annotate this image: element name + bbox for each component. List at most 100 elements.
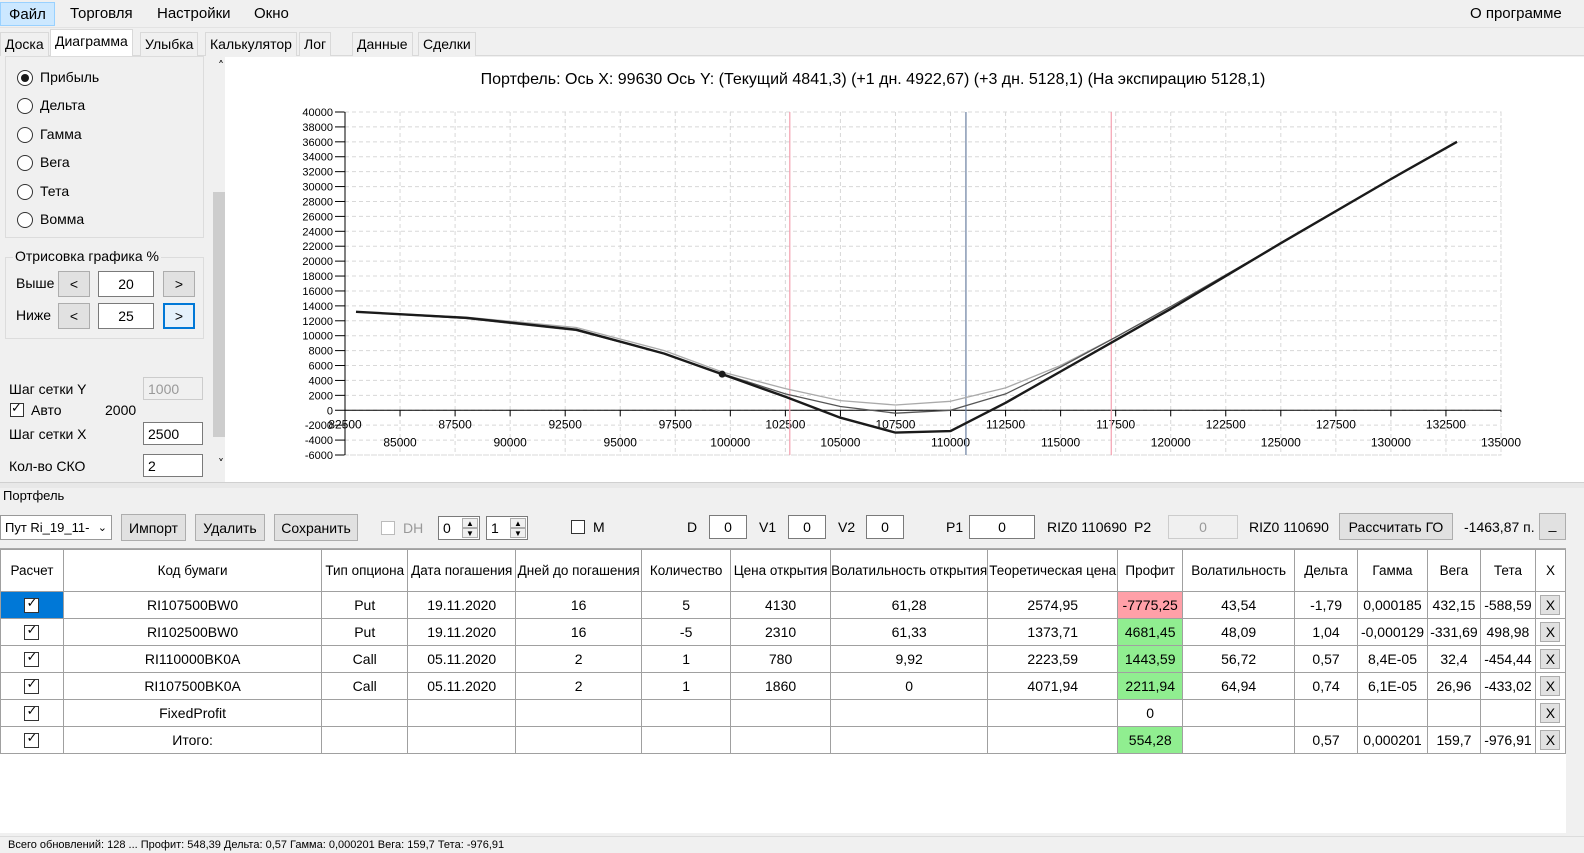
table-cell[interactable]: [1426, 699, 1481, 727]
grid-y-field[interactable]: 1000: [143, 377, 203, 400]
table-cell[interactable]: 26,96: [1426, 672, 1481, 700]
extra-button[interactable]: _: [1539, 513, 1566, 540]
table-cell[interactable]: [515, 726, 643, 754]
close-icon[interactable]: X: [1540, 676, 1561, 696]
table-cell[interactable]: 6,1E-05: [1357, 672, 1428, 700]
table-cell[interactable]: [641, 726, 732, 754]
table-cell[interactable]: 32,4: [1426, 645, 1481, 673]
table-cell[interactable]: 5: [641, 591, 732, 619]
import-button[interactable]: Импорт: [121, 514, 186, 541]
table-cell[interactable]: [730, 699, 832, 727]
remove-row-cell[interactable]: X: [1534, 699, 1567, 727]
column-header[interactable]: Дней до погашения: [515, 549, 643, 592]
table-cell[interactable]: [321, 726, 409, 754]
checkmark-icon[interactable]: [24, 650, 40, 668]
m-checkbox[interactable]: [571, 520, 585, 534]
table-cell[interactable]: -7775,25: [1117, 591, 1184, 619]
table-cell[interactable]: Call: [321, 672, 409, 700]
table-cell[interactable]: -331,69: [1426, 618, 1481, 646]
tab-deals[interactable]: Сделки: [418, 32, 476, 56]
checkmark-icon[interactable]: [24, 677, 40, 695]
close-icon[interactable]: X: [1540, 649, 1561, 669]
table-cell[interactable]: 432,15: [1426, 591, 1481, 619]
tab-calculator[interactable]: Калькулятор: [205, 32, 297, 56]
remove-row-cell[interactable]: X: [1534, 591, 1567, 619]
grid-x-field[interactable]: 2500: [143, 422, 203, 445]
calc-checkbox-cell[interactable]: [0, 591, 64, 619]
table-cell[interactable]: 43,54: [1182, 591, 1296, 619]
table-cell[interactable]: 0: [830, 672, 989, 700]
checkmark-icon[interactable]: [24, 623, 40, 641]
menu-settings[interactable]: Настройки: [149, 2, 239, 26]
splitter[interactable]: [0, 482, 1584, 488]
table-row[interactable]: Итого: 554,28 0,570,000201159,7-976,91X: [0, 726, 1567, 754]
table-cell[interactable]: [1182, 726, 1296, 754]
spin1-down-icon[interactable]: ▼: [462, 528, 478, 538]
remove-row-cell[interactable]: X: [1534, 726, 1567, 754]
table-cell[interactable]: 19.11.2020: [407, 618, 517, 646]
table-row[interactable]: FixedProfit 0 X: [0, 699, 1567, 727]
table-cell[interactable]: 2: [515, 645, 643, 673]
table-cell[interactable]: 8,4E-05: [1357, 645, 1428, 673]
checkmark-icon[interactable]: [24, 704, 40, 722]
d-field[interactable]: 0: [709, 515, 747, 539]
tab-data[interactable]: Данные: [352, 32, 413, 56]
table-cell[interactable]: 1860: [730, 672, 832, 700]
table-cell[interactable]: -588,59: [1479, 591, 1536, 619]
table-cell[interactable]: Put: [321, 591, 409, 619]
radio-delta[interactable]: [17, 98, 33, 114]
radio-vega[interactable]: [17, 155, 33, 171]
table-cell[interactable]: 16: [515, 591, 643, 619]
table-cell[interactable]: 0,000185: [1357, 591, 1428, 619]
dh-checkbox[interactable]: [381, 521, 395, 535]
table-cell[interactable]: [730, 726, 832, 754]
column-header[interactable]: Дата погашения: [407, 549, 517, 592]
table-cell[interactable]: -5: [641, 618, 732, 646]
table-cell[interactable]: 159,7: [1426, 726, 1481, 754]
table-cell[interactable]: [321, 699, 409, 727]
table-cell[interactable]: [1294, 699, 1359, 727]
below-value-field[interactable]: 25: [98, 303, 154, 329]
close-icon[interactable]: X: [1540, 622, 1561, 642]
table-cell[interactable]: 780: [730, 645, 832, 673]
table-cell[interactable]: [407, 699, 517, 727]
table-cell[interactable]: 4681,45: [1117, 618, 1184, 646]
column-header[interactable]: Волатильность: [1182, 549, 1296, 592]
calc-checkbox-cell[interactable]: [0, 645, 64, 673]
table-cell[interactable]: 4071,94: [987, 672, 1119, 700]
radio-profit[interactable]: [17, 70, 33, 86]
below-decrease-button[interactable]: <: [58, 303, 90, 329]
p2-field[interactable]: 0: [1168, 515, 1238, 539]
calc-checkbox-cell[interactable]: [0, 699, 64, 727]
tab-diagram[interactable]: Диаграмма: [50, 29, 133, 57]
table-cell[interactable]: 4130: [730, 591, 832, 619]
menu-trade[interactable]: Торговля: [62, 2, 141, 26]
portfolio-combo[interactable]: Пут Ri_19_11- ⌄: [0, 515, 112, 540]
column-header[interactable]: Тета: [1479, 549, 1536, 592]
table-cell[interactable]: 05.11.2020: [407, 645, 517, 673]
calc-checkbox-cell[interactable]: [0, 726, 64, 754]
below-increase-button[interactable]: >: [163, 303, 195, 329]
table-cell[interactable]: 61,28: [830, 591, 989, 619]
close-icon[interactable]: X: [1540, 703, 1561, 723]
menu-window[interactable]: Окно: [246, 2, 297, 26]
table-cell[interactable]: Итого:: [62, 726, 323, 754]
table-cell[interactable]: 0: [1117, 699, 1184, 727]
checkmark-icon[interactable]: [24, 731, 40, 749]
spin1-up-icon[interactable]: ▲: [462, 518, 478, 528]
delete-button[interactable]: Удалить: [195, 514, 265, 541]
table-cell[interactable]: 61,33: [830, 618, 989, 646]
table-cell[interactable]: Put: [321, 618, 409, 646]
table-cell[interactable]: [1479, 699, 1536, 727]
table-cell[interactable]: [987, 699, 1119, 727]
table-cell[interactable]: 1443,59: [1117, 645, 1184, 673]
table-row[interactable]: RI107500BK0ACall05.11.202021186004071,94…: [0, 672, 1567, 700]
table-cell[interactable]: 2: [515, 672, 643, 700]
table-cell[interactable]: FixedProfit: [62, 699, 323, 727]
radio-vomma[interactable]: [17, 212, 33, 228]
remove-row-cell[interactable]: X: [1534, 645, 1567, 673]
tab-log[interactable]: Лог: [299, 32, 332, 56]
table-cell[interactable]: 2211,94: [1117, 672, 1184, 700]
column-header[interactable]: Гамма: [1357, 549, 1428, 592]
spin2-up-icon[interactable]: ▲: [510, 518, 526, 528]
